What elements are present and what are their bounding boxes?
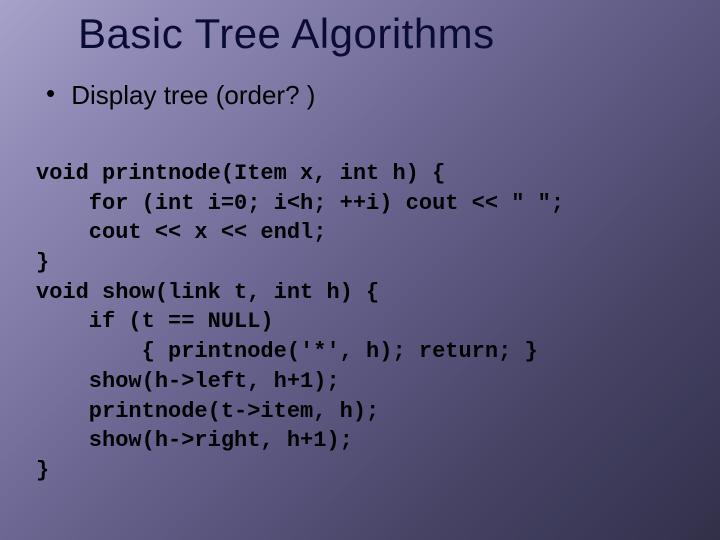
bullet-item: • Display tree (order? ) (0, 62, 720, 111)
code-line: show(h->left, h+1); (36, 369, 340, 394)
code-line: for (int i=0; i<h; ++i) cout << " "; (36, 191, 564, 216)
bullet-text: Display tree (order? ) (71, 80, 315, 111)
code-line: if (t == NULL) (36, 309, 274, 334)
code-line: cout << x << endl; (36, 220, 326, 245)
code-line: void show(link t, int h) { (36, 280, 379, 305)
code-line: void printnode(Item x, int h) { (36, 161, 445, 186)
code-line: } (36, 250, 49, 275)
code-line: show(h->right, h+1); (36, 428, 353, 453)
code-line: } (36, 458, 49, 483)
code-block: void printnode(Item x, int h) { for (int… (0, 111, 720, 486)
slide-title: Basic Tree Algorithms (0, 0, 720, 62)
bullet-marker: • (46, 80, 64, 106)
code-line: { printnode('*', h); return; } (36, 339, 538, 364)
code-line: printnode(t->item, h); (36, 399, 379, 424)
